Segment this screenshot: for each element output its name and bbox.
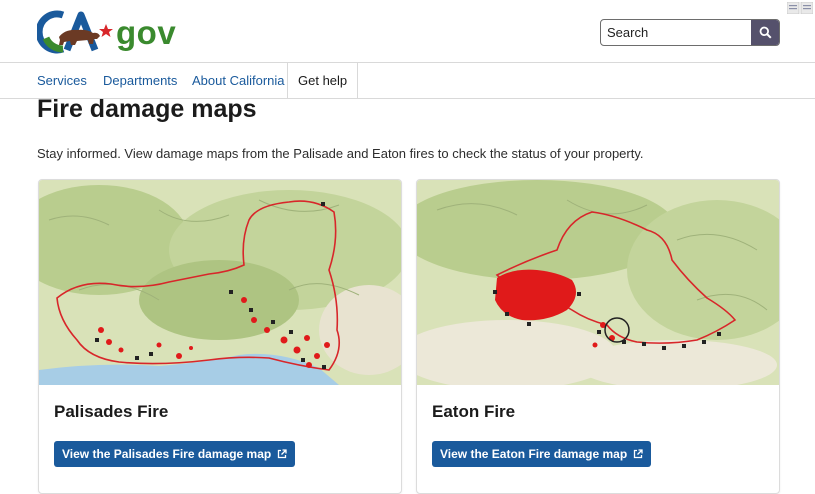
ca-gov-logo[interactable]: gov [35,10,182,54]
card-title: Eaton Fire [432,402,516,421]
view-palisades-map-button[interactable]: View the Palisades Fire damage map [54,441,296,467]
nav-item-get-help[interactable]: Get help [287,63,359,98]
button-label: View the Eaton Fire damage map [440,447,628,461]
eaton-fire-card: Eaton Fire View the Eaton Fire damage ma… [416,179,780,494]
palisades-fire-card: Palisades Fire View the Palisades Fire d… [38,179,402,494]
site-header: gov [0,0,815,62]
button-label: View the Palisades Fire damage map [62,447,272,461]
translate-flag-icon[interactable] [787,2,813,14]
intro-text: Stay informed. View damage maps from the… [37,146,644,161]
logo-gov-text: gov [116,14,177,51]
external-link-icon [278,449,287,459]
palisades-fire-map-image [39,180,401,385]
ca-bear-logo-icon [35,10,113,54]
card-title: Palisades Fire [54,402,169,421]
eaton-fire-map-image [417,180,779,385]
search-icon [759,26,772,39]
search-button[interactable] [751,20,779,45]
view-eaton-map-button[interactable]: View the Eaton Fire damage map [432,441,652,467]
nav-item-about-california[interactable]: About California [192,63,285,98]
nav-item-services[interactable]: Services [37,63,87,98]
nav-item-departments[interactable]: Departments [103,63,177,98]
search-input[interactable] [601,20,751,45]
page-title: Fire damage maps [37,95,257,123]
main-nav: Services Departments About California Ge… [0,62,815,99]
external-link-icon [634,449,643,459]
search-box [600,19,780,46]
